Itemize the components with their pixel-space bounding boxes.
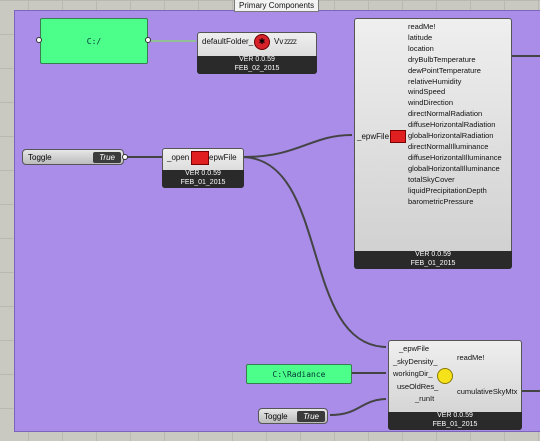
- open-output[interactable]: epwFile: [209, 153, 237, 162]
- open-epw-component[interactable]: _open epwFile VER 0.0.59 FEB_01_2015: [162, 148, 244, 188]
- toggle-value[interactable]: True: [297, 410, 325, 422]
- output-dhr[interactable]: diffuseHorizontalRadiation: [408, 120, 502, 131]
- input-skydensity[interactable]: _skyDensity_: [393, 356, 438, 369]
- output-drybulb[interactable]: dryBulbTemperature: [408, 55, 502, 66]
- wire-epw-import: [242, 134, 353, 158]
- output-dhi[interactable]: diffuseHorizontalIlluminance: [408, 153, 502, 164]
- date-label: FEB_02_2015: [234, 64, 280, 72]
- boolean-toggle-open[interactable]: Toggle True: [22, 149, 124, 165]
- radiance-path-panel[interactable]: C:\Radiance: [246, 364, 352, 384]
- import-input[interactable]: _epwFile: [357, 132, 389, 141]
- sky-icon: [437, 368, 453, 384]
- output-windspeed[interactable]: windSpeed: [408, 87, 502, 98]
- output-location[interactable]: location: [408, 44, 502, 55]
- open-epw-footer: VER 0.0.59 FEB_01_2015: [162, 170, 244, 188]
- output-readme[interactable]: readMe!: [408, 22, 502, 33]
- toggle-label: Toggle: [28, 152, 52, 162]
- input-workingdir[interactable]: workingDir_: [393, 368, 438, 381]
- output-dewpoint[interactable]: dewPointTemperature: [408, 66, 502, 77]
- date-label: FEB_01_2015: [180, 178, 226, 186]
- output-latitude[interactable]: latitude: [408, 33, 502, 44]
- panel-output-grip[interactable]: [145, 37, 151, 43]
- output-dnr[interactable]: directNormalRadiation: [408, 109, 502, 120]
- input-useoldres[interactable]: useOldRes_: [393, 381, 438, 394]
- epw-folder-icon: [191, 151, 209, 165]
- epw-import-icon: [390, 130, 406, 143]
- ladybug-icon: ✱: [254, 34, 270, 50]
- version-label: VER 0.0.59: [437, 412, 473, 419]
- output-ghr[interactable]: globalHorizontalRadiation: [408, 131, 502, 142]
- sky-input-list: _epwFile _skyDensity_ workingDir_ useOld…: [393, 343, 438, 406]
- version-label: VER 0.0.59: [185, 170, 221, 177]
- output-cumulative-sky[interactable]: cumulativeSkyMtx: [457, 387, 517, 396]
- import-output-list: readMe! latitude location dryBulbTempera…: [408, 22, 502, 207]
- sky-matrix-footer: VER 0.0.59 FEB_01_2015: [388, 412, 522, 430]
- radiance-panel-text: C:\Radiance: [272, 369, 326, 379]
- input-epwfile[interactable]: _epwFile: [393, 343, 438, 356]
- toggle-output-grip[interactable]: [122, 154, 128, 160]
- output-precip[interactable]: liquidPrecipitationDepth: [408, 186, 502, 197]
- sky-matrix-component[interactable]: _epwFile _skyDensity_ workingDir_ useOld…: [388, 340, 522, 430]
- output-relhumidity[interactable]: relativeHumidity: [408, 77, 502, 88]
- output-winddirection[interactable]: windDirection: [408, 98, 502, 109]
- output-readme[interactable]: readMe!: [457, 353, 485, 362]
- default-folder-footer: VER 0.0.59 FEB_02_2015: [197, 56, 317, 74]
- folder-panel-text: C:/: [86, 36, 102, 46]
- output-pressure[interactable]: barometricPressure: [408, 197, 502, 208]
- default-folder-input[interactable]: defaultFolder_: [202, 37, 253, 46]
- toggle-value[interactable]: True: [93, 151, 121, 163]
- default-folder-output-dots: zzzz: [284, 37, 297, 46]
- output-ghi[interactable]: globalHorizontalIlluminance: [408, 164, 502, 175]
- default-folder-output[interactable]: Vv: [274, 37, 283, 46]
- open-input[interactable]: _open: [167, 153, 189, 162]
- date-label: FEB_01_2015: [410, 259, 456, 267]
- default-folder-component[interactable]: defaultFolder_ ✱ Vv zzzz VER 0.0.59 FEB_…: [197, 32, 317, 74]
- wire-toggle2: [329, 398, 387, 416]
- toggle-label: Toggle: [264, 411, 288, 421]
- panel-input-grip[interactable]: [36, 37, 42, 43]
- output-dni[interactable]: directNormalIlluminance: [408, 142, 502, 153]
- date-label: FEB_01_2015: [432, 420, 478, 428]
- output-skycover[interactable]: totalSkyCover: [408, 175, 502, 186]
- version-label: VER 0.0.59: [239, 56, 275, 63]
- boolean-toggle-runit[interactable]: Toggle True: [258, 408, 328, 424]
- input-runit[interactable]: _runIt: [393, 393, 438, 406]
- folder-panel[interactable]: C:/: [40, 18, 148, 64]
- import-epw-footer: VER 0.0.59 FEB_01_2015: [354, 251, 512, 269]
- version-label: VER 0.0.59: [415, 251, 451, 258]
